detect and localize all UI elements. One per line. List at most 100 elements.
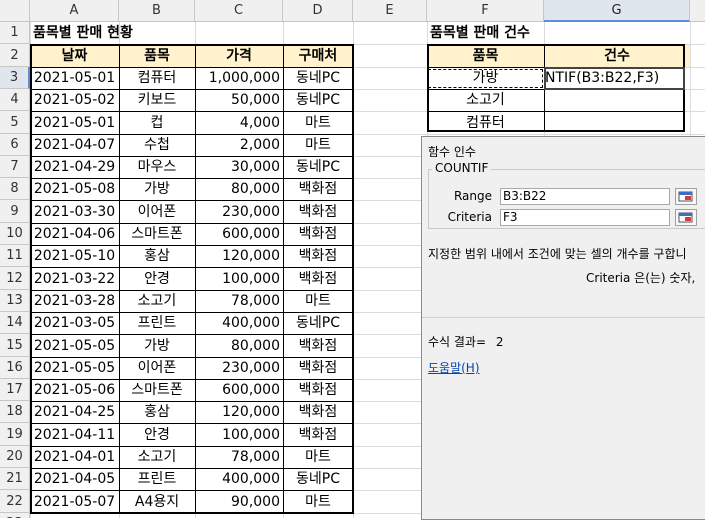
table-cell[interactable]: 78,000	[195, 291, 283, 312]
table-cell[interactable]: 동네PC	[283, 68, 353, 89]
table-header[interactable]: 품목	[119, 45, 195, 67]
table-cell[interactable]: 2,000	[195, 135, 283, 156]
table-header[interactable]: 품목	[427, 45, 544, 67]
table-cell[interactable]: 동네PC	[283, 90, 353, 111]
table-header[interactable]: 건수	[544, 45, 690, 67]
table-cell[interactable]: 2021-05-05	[30, 358, 119, 379]
row-header-7[interactable]: 7	[0, 156, 30, 178]
table-cell[interactable]: 2021-05-07	[30, 491, 119, 513]
table-cell[interactable]: 30,000	[195, 157, 283, 178]
table-cell[interactable]: 스마트폰	[119, 224, 195, 245]
table-cell[interactable]: 4,000	[195, 112, 283, 134]
table-cell[interactable]: 2021-05-01	[30, 112, 119, 134]
table-cell[interactable]: 2021-04-06	[30, 224, 119, 245]
table-cell[interactable]: 백화점	[283, 224, 353, 245]
column-header-f[interactable]: F	[427, 0, 544, 22]
row-header-3[interactable]: 3	[0, 67, 30, 89]
table-cell[interactable]: 2021-03-30	[30, 201, 119, 223]
table-cell[interactable]: 홍삼	[119, 246, 195, 267]
range-collapse-button[interactable]	[675, 188, 697, 205]
table-cell[interactable]: 키보드	[119, 90, 195, 111]
table-cell[interactable]: 마트	[283, 491, 353, 513]
row-header-2[interactable]: 2	[0, 44, 30, 67]
table-cell[interactable]: 2021-05-10	[30, 246, 119, 267]
table-cell[interactable]: 78,000	[195, 447, 283, 468]
table-cell[interactable]: 2021-04-11	[30, 424, 119, 446]
table-cell[interactable]: 마트	[283, 112, 353, 134]
table-cell[interactable]: 230,000	[195, 201, 283, 223]
select-all-corner[interactable]	[0, 0, 30, 22]
table-cell[interactable]: 400,000	[195, 313, 283, 334]
row-header-8[interactable]: 8	[0, 178, 30, 200]
column-header-d[interactable]: D	[283, 0, 353, 22]
table-cell[interactable]: 마우스	[119, 157, 195, 178]
row-header-1[interactable]: 1	[0, 22, 30, 44]
table-cell[interactable]: 2021-04-25	[30, 402, 119, 423]
table-cell[interactable]: 백화점	[283, 402, 353, 423]
table-cell[interactable]: 안경	[119, 268, 195, 290]
table-cell[interactable]: 소고기	[119, 291, 195, 312]
column-header-c[interactable]: C	[195, 0, 283, 22]
table-cell[interactable]: 120,000	[195, 402, 283, 423]
table-cell[interactable]: 2021-03-28	[30, 291, 119, 312]
table-cell[interactable]: 2021-04-05	[30, 469, 119, 490]
row-header-21[interactable]: 21	[0, 468, 30, 490]
row-header-19[interactable]: 19	[0, 423, 30, 446]
column-header-a[interactable]: A	[30, 0, 119, 22]
table-cell[interactable]: 50,000	[195, 90, 283, 111]
table-cell[interactable]: 이어폰	[119, 358, 195, 379]
table-cell[interactable]: 백화점	[283, 380, 353, 401]
table-cell[interactable]: 동네PC	[283, 469, 353, 490]
help-link[interactable]: 도움말(H)	[428, 359, 480, 376]
row-header-5[interactable]: 5	[0, 111, 30, 134]
table-cell[interactable]: 이어폰	[119, 201, 195, 223]
table-cell[interactable]: 안경	[119, 424, 195, 446]
table-cell[interactable]: 백화점	[283, 246, 353, 267]
table-cell[interactable]: 가방	[119, 179, 195, 200]
table-cell[interactable]: 백화점	[283, 201, 353, 223]
row-header-20[interactable]: 20	[0, 446, 30, 468]
table-cell[interactable]: 동네PC	[283, 157, 353, 178]
table-cell[interactable]: 120,000	[195, 246, 283, 267]
table-cell[interactable]: 400,000	[195, 469, 283, 490]
table-cell[interactable]: 2021-05-02	[30, 90, 119, 111]
row-header-14[interactable]: 14	[0, 312, 30, 334]
table-cell[interactable]: 2021-04-01	[30, 447, 119, 468]
column-header-e[interactable]: E	[353, 0, 427, 22]
table-cell[interactable]: 1,000,000	[195, 68, 283, 89]
row-header-15[interactable]: 15	[0, 334, 30, 357]
table-header[interactable]: 날짜	[30, 45, 119, 67]
table-cell[interactable]: 2021-05-05	[30, 335, 119, 357]
table-cell[interactable]: 백화점	[283, 424, 353, 446]
sheet-title-sales[interactable]: 품목별 판매 현황	[30, 23, 290, 44]
row-header-22[interactable]: 22	[0, 490, 30, 513]
row-header-18[interactable]: 18	[0, 401, 30, 423]
row-header-10[interactable]: 10	[0, 223, 30, 245]
criteria-input[interactable]: F3	[500, 209, 670, 226]
table-cell[interactable]: 100,000	[195, 268, 283, 290]
table-cell[interactable]: 소고기	[119, 447, 195, 468]
table-cell[interactable]: 백화점	[283, 358, 353, 379]
table-cell[interactable]: 230,000	[195, 358, 283, 379]
table-cell[interactable]: 2021-05-08	[30, 179, 119, 200]
table-cell[interactable]: 80,000	[195, 179, 283, 200]
table-cell[interactable]: 프린트	[119, 469, 195, 490]
table-cell[interactable]: 컴퓨터	[119, 68, 195, 89]
table-cell[interactable]: 가방	[119, 335, 195, 357]
range-input[interactable]: B3:B22	[500, 188, 670, 205]
item-cell[interactable]: 컴퓨터	[427, 112, 544, 134]
count-cell[interactable]	[544, 90, 690, 111]
item-cell[interactable]: 소고기	[427, 90, 544, 111]
row-header-4[interactable]: 4	[0, 89, 30, 111]
table-cell[interactable]: 수첩	[119, 135, 195, 156]
table-cell[interactable]: 100,000	[195, 424, 283, 446]
table-cell[interactable]: 홍삼	[119, 402, 195, 423]
table-cell[interactable]: 2021-05-06	[30, 380, 119, 401]
criteria-collapse-button[interactable]	[675, 209, 697, 226]
count-cell[interactable]: NTIF(B3:B22,F3)	[544, 68, 690, 89]
row-header-9[interactable]: 9	[0, 200, 30, 223]
row-header-16[interactable]: 16	[0, 357, 30, 379]
sheet-title-counts[interactable]: 품목별 판매 건수	[427, 23, 627, 44]
table-header[interactable]: 가격	[195, 45, 283, 67]
table-cell[interactable]: 마트	[283, 135, 353, 156]
